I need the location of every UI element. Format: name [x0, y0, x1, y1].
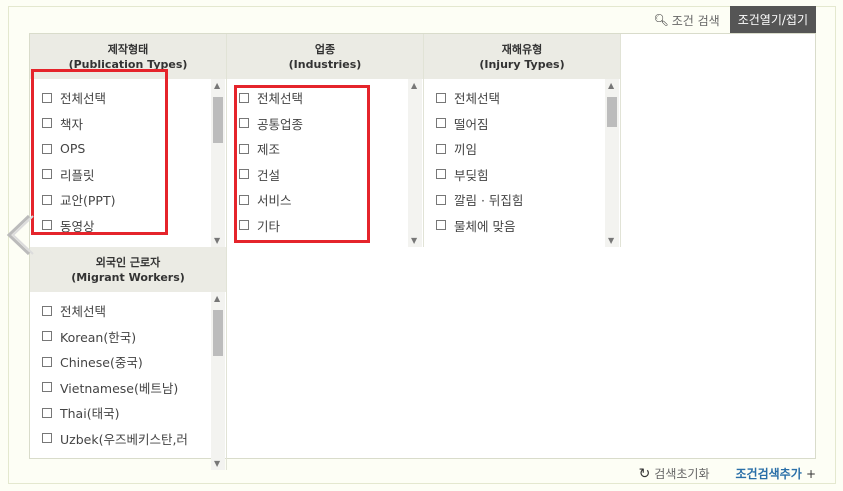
- checkbox[interactable]: [436, 194, 446, 205]
- scrollbar[interactable]: ▲ ▼: [211, 292, 225, 470]
- condition-search-button[interactable]: 🔍︎ 조건 검색: [643, 12, 729, 29]
- column-header: 업종 (Industries): [227, 34, 423, 79]
- option-label: 전체선택: [454, 91, 501, 107]
- scroll-down-icon[interactable]: ▼: [411, 236, 417, 245]
- scrollbar[interactable]: ▲ ▼: [605, 79, 619, 247]
- option-item[interactable]: Chinese(중국): [42, 349, 226, 375]
- scroll-up-icon[interactable]: ▲: [608, 81, 614, 90]
- column-title-ko: 제작형태: [107, 42, 149, 56]
- plus-icon: +: [805, 467, 816, 481]
- injury-types-column: 재해유형 (Injury Types) 전체선택 떨어짐 끼임 부딪힘 깔림 ·…: [424, 34, 621, 247]
- checkbox[interactable]: [42, 331, 52, 342]
- scroll-down-icon[interactable]: ▼: [214, 236, 220, 245]
- column-title-ko: 업종: [314, 42, 336, 56]
- option-list-container: 전체선택 떨어짐 끼임 부딪힘 깔림 · 뒤집힘 물체에 맞음 ▲ ▼: [424, 79, 620, 247]
- refresh-icon: ↻: [638, 465, 651, 482]
- scrollbar[interactable]: ▲ ▼: [408, 79, 422, 247]
- option-item[interactable]: 끼임: [436, 136, 620, 162]
- scroll-up-icon[interactable]: ▲: [214, 81, 220, 90]
- option-label: Korean(한국): [60, 329, 137, 345]
- checkbox[interactable]: [436, 220, 446, 231]
- checkbox[interactable]: [436, 118, 446, 129]
- option-label: Uzbek(우즈베키스탄,러: [60, 431, 188, 447]
- scroll-down-icon[interactable]: ▼: [214, 459, 220, 468]
- column-header: 재해유형 (Injury Types): [424, 34, 620, 79]
- option-item[interactable]: 부딪힘: [436, 162, 620, 188]
- option-label: 깔림 · 뒤집힘: [454, 193, 524, 209]
- condition-toggle-button[interactable]: 조건열기/접기: [729, 6, 816, 34]
- scroll-down-icon[interactable]: ▼: [608, 236, 614, 245]
- option-label: 전체선택: [60, 304, 107, 320]
- column-title-ko: 외국인 근로자: [95, 255, 161, 269]
- migrant-workers-column: 외국인 근로자 (Migrant Workers) 전체선택 Korean(한국…: [30, 247, 227, 470]
- add-condition-button[interactable]: 조건검색추가 +: [736, 465, 817, 482]
- column-title-ko: 재해유형: [501, 42, 543, 56]
- column-title-en: (Migrant Workers): [71, 270, 185, 284]
- option-item[interactable]: Uzbek(우즈베키스탄,러: [42, 426, 226, 452]
- column-title-en: (Injury Types): [479, 57, 565, 71]
- option-item[interactable]: 전체선택: [436, 85, 620, 111]
- option-label: Vietnamese(베트남): [60, 380, 179, 396]
- bottom-bar: ↻ 검색초기화 조건검색추가 +: [639, 465, 816, 482]
- scrollbar-thumb[interactable]: [607, 97, 617, 127]
- column-title-en: (Industries): [288, 57, 362, 71]
- scrollbar[interactable]: ▲ ▼: [211, 79, 225, 247]
- option-item[interactable]: Korean(한국): [42, 324, 226, 350]
- add-condition-label: 조건검색추가: [735, 467, 802, 481]
- option-item[interactable]: Thai(태국): [42, 400, 226, 426]
- scroll-up-icon[interactable]: ▲: [214, 294, 220, 303]
- highlight-box: [234, 85, 370, 243]
- option-label: 부딪힘: [454, 167, 489, 183]
- scrollbar-thumb[interactable]: [213, 310, 223, 356]
- reset-search-button[interactable]: ↻ 검색초기화: [639, 465, 710, 482]
- checkbox[interactable]: [436, 92, 446, 103]
- option-label: Chinese(중국): [60, 355, 143, 371]
- checkbox[interactable]: [42, 407, 52, 418]
- option-item[interactable]: 전체선택: [42, 298, 226, 324]
- option-item[interactable]: 떨어짐: [436, 111, 620, 137]
- filter-panel: 제작형태 (Publication Types) 전체선택 책자 OPS 리플릿…: [29, 33, 816, 470]
- reset-search-label: 검색초기화: [654, 467, 710, 481]
- scrollbar-thumb[interactable]: [213, 97, 223, 143]
- option-item[interactable]: 물체에 맞음: [436, 213, 620, 239]
- checkbox[interactable]: [42, 305, 52, 316]
- option-label: 떨어짐: [454, 116, 489, 132]
- checkbox[interactable]: [436, 143, 446, 154]
- column-header: 외국인 근로자 (Migrant Workers): [30, 247, 226, 292]
- checkbox[interactable]: [42, 433, 52, 444]
- option-list-container: 전체선택 Korean(한국) Chinese(중국) Vietnamese(베…: [30, 292, 226, 470]
- top-bar: 🔍︎ 조건 검색 조건열기/접기: [643, 6, 816, 34]
- option-label: Thai(태국): [60, 406, 120, 422]
- checkbox[interactable]: [436, 169, 446, 180]
- option-item[interactable]: Vietnamese(베트남): [42, 375, 226, 401]
- option-item[interactable]: 깔림 · 뒤집힘: [436, 187, 620, 213]
- highlight-box: [31, 69, 168, 235]
- option-label: 물체에 맞음: [454, 218, 516, 234]
- option-label: 끼임: [454, 142, 478, 158]
- checkbox[interactable]: [42, 356, 52, 367]
- search-icon: 🔍︎: [653, 13, 669, 27]
- checkbox[interactable]: [42, 382, 52, 393]
- chevron-left-icon[interactable]: [3, 213, 35, 257]
- scroll-up-icon[interactable]: ▲: [411, 81, 417, 90]
- condition-search-label: 조건 검색: [671, 13, 720, 28]
